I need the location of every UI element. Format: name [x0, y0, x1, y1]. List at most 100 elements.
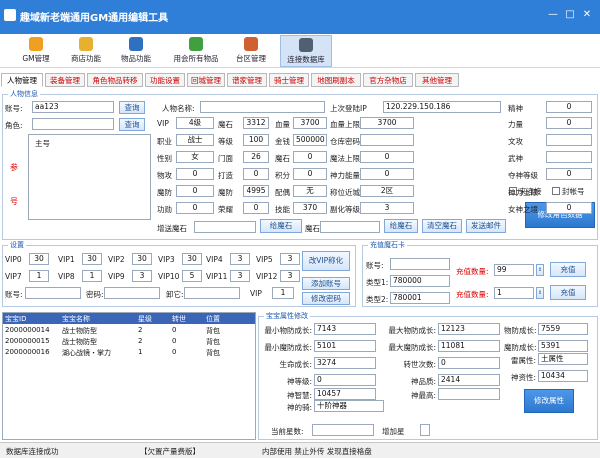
stat-value-2-1[interactable]: 26	[243, 151, 269, 163]
role-list-item[interactable]: 主号	[35, 138, 50, 149]
stat-value-4-3[interactable]: 2区	[360, 185, 414, 197]
right-stat-value-4[interactable]: 0	[546, 168, 592, 180]
pet-left-value-3[interactable]: 0	[314, 374, 376, 386]
pet-cell-0-2[interactable]: 2	[138, 326, 142, 334]
vip-value-9[interactable]: 3	[132, 270, 152, 282]
stat-value-3-2[interactable]: 0	[293, 168, 327, 180]
vip-password2-input[interactable]	[184, 287, 240, 299]
recharge-input[interactable]	[194, 221, 256, 233]
tab-1[interactable]: 装备管理	[45, 73, 85, 87]
pet-cell-2-4[interactable]: 背包	[206, 348, 220, 358]
right-stat-value-6[interactable]: 0	[546, 202, 592, 214]
add-account-button[interactable]: 添加账号	[302, 277, 350, 290]
stat-value-3-0[interactable]: 0	[176, 168, 214, 180]
tab-0[interactable]: 人物管理	[1, 73, 43, 87]
send-mail-button[interactable]: 发送邮件	[466, 219, 506, 233]
pet-cell-0-1[interactable]: 战士物防型	[62, 326, 97, 336]
stat-value-0-2[interactable]: 3700	[293, 117, 327, 129]
tab-9[interactable]: 其他管理	[415, 73, 459, 87]
vip-value-2[interactable]: 30	[132, 253, 152, 265]
recharge2-button[interactable]: 充值	[550, 285, 586, 300]
pet-right-value-3[interactable]: 10434	[538, 370, 588, 382]
tab-8[interactable]: 官方杂物店	[363, 73, 413, 87]
toolbar-button-2[interactable]: 物品功能	[110, 35, 162, 67]
vip-value-7[interactable]: 1	[29, 270, 49, 282]
vip-value-11[interactable]: 3	[230, 270, 250, 282]
stat-value-5-0[interactable]: 0	[176, 202, 214, 214]
stat-value-1-1[interactable]: 100	[243, 134, 269, 146]
pet-cell-2-0[interactable]: 2000000016	[5, 348, 50, 356]
clear-magic-stone-button[interactable]: 清空魔石	[422, 219, 462, 233]
pet-mid-value-2[interactable]: 0	[438, 357, 500, 369]
pet-col-4[interactable]: 位置	[206, 314, 220, 324]
qty2-input[interactable]: 1	[494, 287, 534, 299]
tab-4[interactable]: 回城管理	[187, 73, 225, 87]
pet-cell-0-4[interactable]: 背包	[206, 326, 220, 336]
pet-mid-value-3[interactable]: 2414	[438, 374, 500, 386]
type1-input[interactable]: 780000	[390, 275, 450, 287]
vip-value-4[interactable]: 3	[230, 253, 250, 265]
stat-value-2-3[interactable]: 0	[360, 151, 414, 163]
card-account-input[interactable]	[390, 258, 450, 270]
tab-6[interactable]: 骑士管理	[269, 73, 309, 87]
pet-cell-2-3[interactable]: 0	[172, 348, 176, 356]
role-query-button[interactable]: 查询	[119, 118, 145, 131]
tab-7[interactable]: 地图刷副本	[311, 73, 361, 87]
add-star-input[interactable]	[420, 424, 430, 436]
stat-value-1-0[interactable]: 战士	[176, 134, 214, 146]
tab-3[interactable]: 功能设置	[145, 73, 185, 87]
tab-5[interactable]: 谱家管理	[227, 73, 267, 87]
pet-left-value-4[interactable]: 10457	[314, 388, 376, 400]
pet-left-value-5[interactable]: 十阶神器	[314, 400, 384, 412]
vip-account-input[interactable]	[25, 287, 81, 299]
stat-value-3-1[interactable]: 0	[243, 168, 269, 180]
pet-cell-2-2[interactable]: 1	[138, 348, 142, 356]
pet-col-2[interactable]: 星级	[138, 314, 152, 324]
maximize-button[interactable]: □	[563, 9, 577, 21]
stat-value-2-2[interactable]: 0	[293, 151, 327, 163]
pet-mid-value-0[interactable]: 12123	[438, 323, 500, 335]
close-button[interactable]: ✕	[580, 9, 594, 21]
pet-cell-2-1[interactable]: 湖心战镜・掌力	[62, 348, 111, 358]
pet-left-value-0[interactable]: 7143	[314, 323, 376, 335]
account-input[interactable]: aa123	[32, 101, 114, 113]
right-stat-value-3[interactable]	[546, 151, 592, 163]
vip-value-1[interactable]: 30	[82, 253, 102, 265]
toolbar-button-4[interactable]: 台区管理	[225, 35, 277, 67]
change-vip-button[interactable]: 改VIP称化	[302, 251, 350, 271]
right-stat-value-2[interactable]	[546, 134, 592, 146]
qty1-spinner[interactable]: ⇕	[536, 264, 544, 276]
last-login-input[interactable]: 120.229.150.186	[383, 101, 501, 113]
pet-cell-1-2[interactable]: 2	[138, 337, 142, 345]
pet-mid-value-1[interactable]: 11081	[438, 340, 500, 352]
role-list[interactable]: 主号	[28, 134, 151, 220]
toolbar-button-1[interactable]: 商店功能	[60, 35, 112, 67]
pet-cell-1-0[interactable]: 2000000015	[5, 337, 50, 345]
pet-right-value-0[interactable]: 7559	[538, 323, 588, 335]
vip-level-input[interactable]: 1	[272, 287, 294, 299]
change-password-button[interactable]: 修改密码	[302, 292, 350, 305]
stat-value-4-2[interactable]: 无	[293, 185, 327, 197]
stat-value-1-3[interactable]	[360, 134, 414, 146]
qty1-input[interactable]: 99	[494, 264, 534, 276]
qty2-spinner[interactable]: ⇕	[536, 287, 544, 299]
vip-value-0[interactable]: 30	[29, 253, 49, 265]
type2-input[interactable]: 780001	[390, 292, 450, 304]
toolbar-button-0[interactable]: GM管理	[10, 35, 62, 67]
pet-right-value-2[interactable]: 土属性	[538, 353, 588, 365]
stat-value-2-0[interactable]: 女	[176, 151, 214, 163]
pet-cell-1-3[interactable]: 0	[172, 337, 176, 345]
stat-value-4-0[interactable]: 0	[176, 185, 214, 197]
current-star-input[interactable]	[312, 424, 374, 436]
stat-value-1-2[interactable]: 500000	[293, 134, 327, 146]
recharge2-input[interactable]	[320, 221, 380, 233]
give-magic-stone2-button[interactable]: 给魔石	[384, 219, 418, 233]
pet-left-value-2[interactable]: 3274	[314, 357, 376, 369]
right-stat-value-0[interactable]: 0	[546, 101, 592, 113]
stat-value-5-1[interactable]: 0	[243, 202, 269, 214]
give-magic-stone-button[interactable]: 给魔石	[260, 219, 302, 233]
pet-mid-value-4[interactable]	[438, 388, 500, 400]
pet-cell-0-3[interactable]: 0	[172, 326, 176, 334]
pet-left-value-1[interactable]: 5101	[314, 340, 376, 352]
toolbar-button-3[interactable]: 用会所有物品	[170, 35, 222, 67]
